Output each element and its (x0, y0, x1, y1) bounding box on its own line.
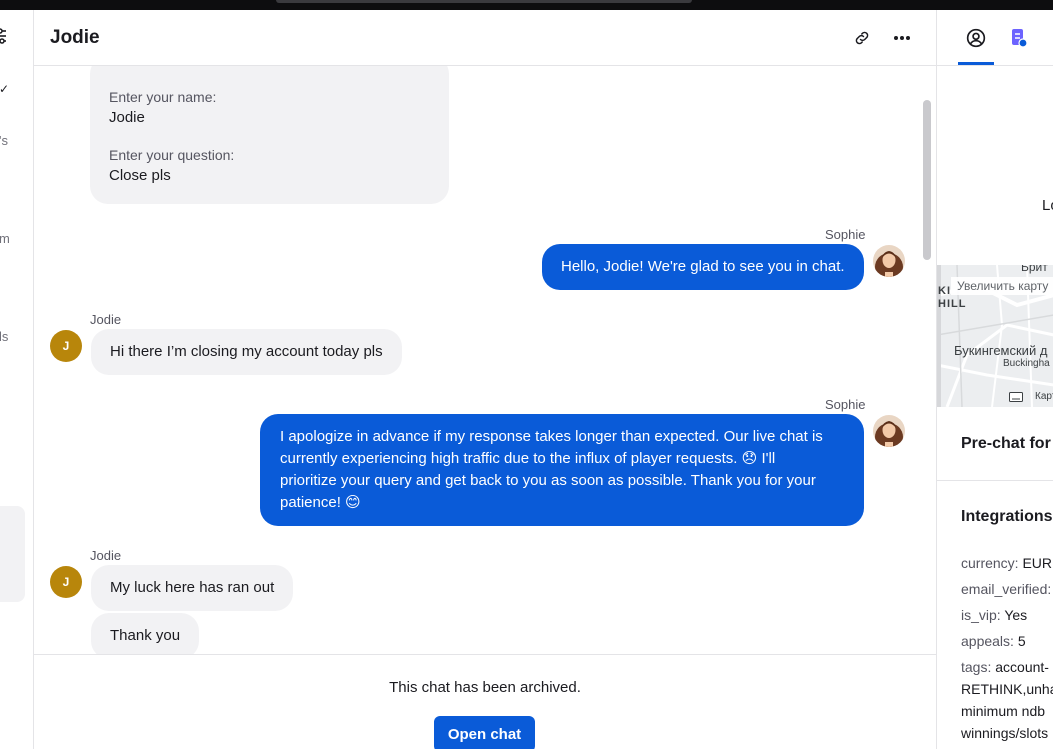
open-chat-button[interactable]: Open chat (434, 716, 535, 749)
field-key: is_vip: (961, 607, 1001, 623)
map-label: Карт (1035, 391, 1053, 402)
question-value: Close pls (109, 167, 171, 184)
os-top-bar (0, 0, 1053, 10)
question-label: Enter your question: (109, 147, 235, 163)
details-panel: Lo Брит Увеличить карту KI HILL Букингем… (936, 10, 1053, 749)
tab-notes[interactable] (1005, 24, 1033, 52)
field-key: email_verified: (961, 581, 1052, 597)
agent-avatar (873, 415, 905, 447)
left-sidebar: ✓ 's m ls (0, 10, 34, 749)
sidebar-text-fragment: m (0, 231, 10, 246)
filter-icon[interactable] (0, 28, 8, 44)
sidebar-selected-card[interactable] (0, 506, 25, 602)
os-top-pill (276, 0, 692, 3)
name-value: Jodie (109, 109, 145, 126)
customer-message: My luck here has ran out (91, 565, 294, 611)
details-tabs (937, 10, 1053, 66)
field-key: appeals: (961, 633, 1014, 649)
name-label: Enter your name: (109, 89, 217, 105)
tags-line: winnings/slots (961, 725, 1049, 741)
sender-name: Sophie (825, 227, 866, 242)
map-label: HILL (938, 298, 967, 310)
section-divider (937, 480, 1053, 481)
field-email-verified: email_verified: (961, 581, 1051, 597)
chat-title: Jodie (50, 27, 100, 48)
keyboard-icon[interactable] (1009, 392, 1023, 402)
location-text: Lo (1042, 197, 1053, 214)
document-icon (1012, 29, 1028, 48)
map-label: Брит (1021, 265, 1048, 274)
enlarge-map-button[interactable]: Увеличить карту (951, 277, 1053, 295)
user-avatar: J (50, 566, 82, 598)
prechat-form-bubble: Enter your name: Jodie Enter your questi… (90, 66, 449, 204)
map-label: Букингемский д (954, 343, 1048, 358)
link-icon (855, 31, 869, 45)
chat-header: Jodie (34, 10, 936, 66)
chat-footer: This chat has been archived. Open chat (34, 654, 936, 749)
field-key: currency: (961, 555, 1019, 571)
field-currency: currency: EUR (961, 555, 1052, 571)
sender-name: Jodie (90, 312, 122, 327)
customer-message: Hi there I’m closing my account today pl… (91, 329, 402, 375)
active-tab-indicator (958, 62, 994, 65)
field-value: EUR (1022, 555, 1053, 571)
customer-message: Thank you (91, 613, 200, 654)
prechat-form-title[interactable]: Pre-chat for (961, 435, 1051, 453)
message-line: I apologize in advance if my response ta… (280, 428, 823, 445)
field-is-vip: is_vip: Yes (961, 607, 1027, 623)
checkmark-icon: ✓ (0, 82, 10, 96)
tags-line: RETHINK,unha (961, 681, 1053, 697)
messages-scrollbar[interactable] (923, 100, 931, 260)
location-map[interactable]: Брит Увеличить карту KI HILL Букингемски… (937, 265, 1053, 407)
sender-name: Sophie (825, 397, 866, 412)
field-appeals: appeals: 5 (961, 633, 1026, 649)
tab-customer-info[interactable] (962, 24, 990, 52)
message-list[interactable]: Enter your name: Jodie Enter your questi… (34, 66, 936, 654)
message-line: currently experiencing high traffic due … (280, 450, 776, 467)
field-value: Yes (1004, 607, 1028, 623)
user-circle-icon (966, 28, 986, 48)
map-label: KI (938, 285, 951, 297)
message-line: patience! 😊 (280, 494, 361, 511)
sender-name: Jodie (90, 548, 122, 563)
agent-message: Hello, Jodie! We're glad to see you in c… (542, 244, 864, 290)
field-tags: tags: account- (961, 659, 1049, 675)
more-icon (894, 36, 910, 40)
agent-message: I apologize in advance if my response ta… (260, 414, 864, 526)
field-value: account- (995, 659, 1049, 675)
agent-avatar (873, 245, 905, 277)
user-avatar: J (50, 330, 82, 362)
message-line: prioritize your query and get back to yo… (280, 472, 816, 489)
map-label: Buckingha (1003, 358, 1050, 369)
tags-line: minimum ndb (961, 703, 1046, 719)
link-button[interactable] (848, 24, 876, 52)
archived-notice: This chat has been archived. (389, 679, 581, 696)
chat-panel: Jodie Enter your name: Jodie Enter your … (34, 10, 936, 749)
integrations-title[interactable]: Integrations (961, 508, 1053, 526)
field-key: tags: (961, 659, 992, 675)
sidebar-text-fragment: ls (0, 329, 9, 344)
sidebar-text-fragment: 's (0, 133, 8, 148)
more-options-button[interactable] (888, 24, 916, 52)
field-value: 5 (1017, 633, 1026, 649)
